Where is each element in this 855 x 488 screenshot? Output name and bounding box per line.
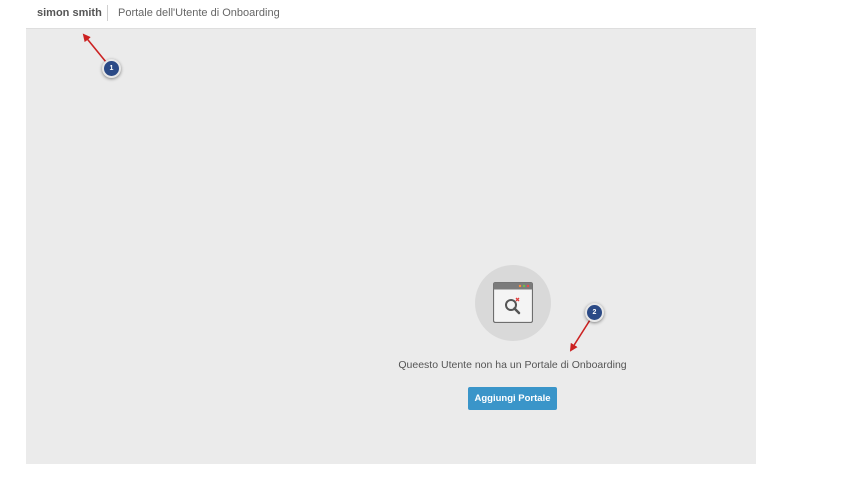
annotation-marker-2: 2 <box>585 303 604 322</box>
window-search-icon <box>493 282 533 323</box>
empty-state-message: Queesto Utente non ha un Portale di Onbo… <box>398 359 627 371</box>
add-portal-button[interactable]: Aggiungi Portale <box>468 387 557 410</box>
header-divider <box>107 5 108 21</box>
user-name[interactable]: simon smith <box>37 7 102 19</box>
annotation-marker-1: 1 <box>102 59 121 78</box>
content-panel <box>26 28 756 464</box>
page-title: Portale dell'Utente di Onboarding <box>118 7 280 19</box>
page-header: simon smith Portale dell'Utente di Onboa… <box>0 0 855 28</box>
